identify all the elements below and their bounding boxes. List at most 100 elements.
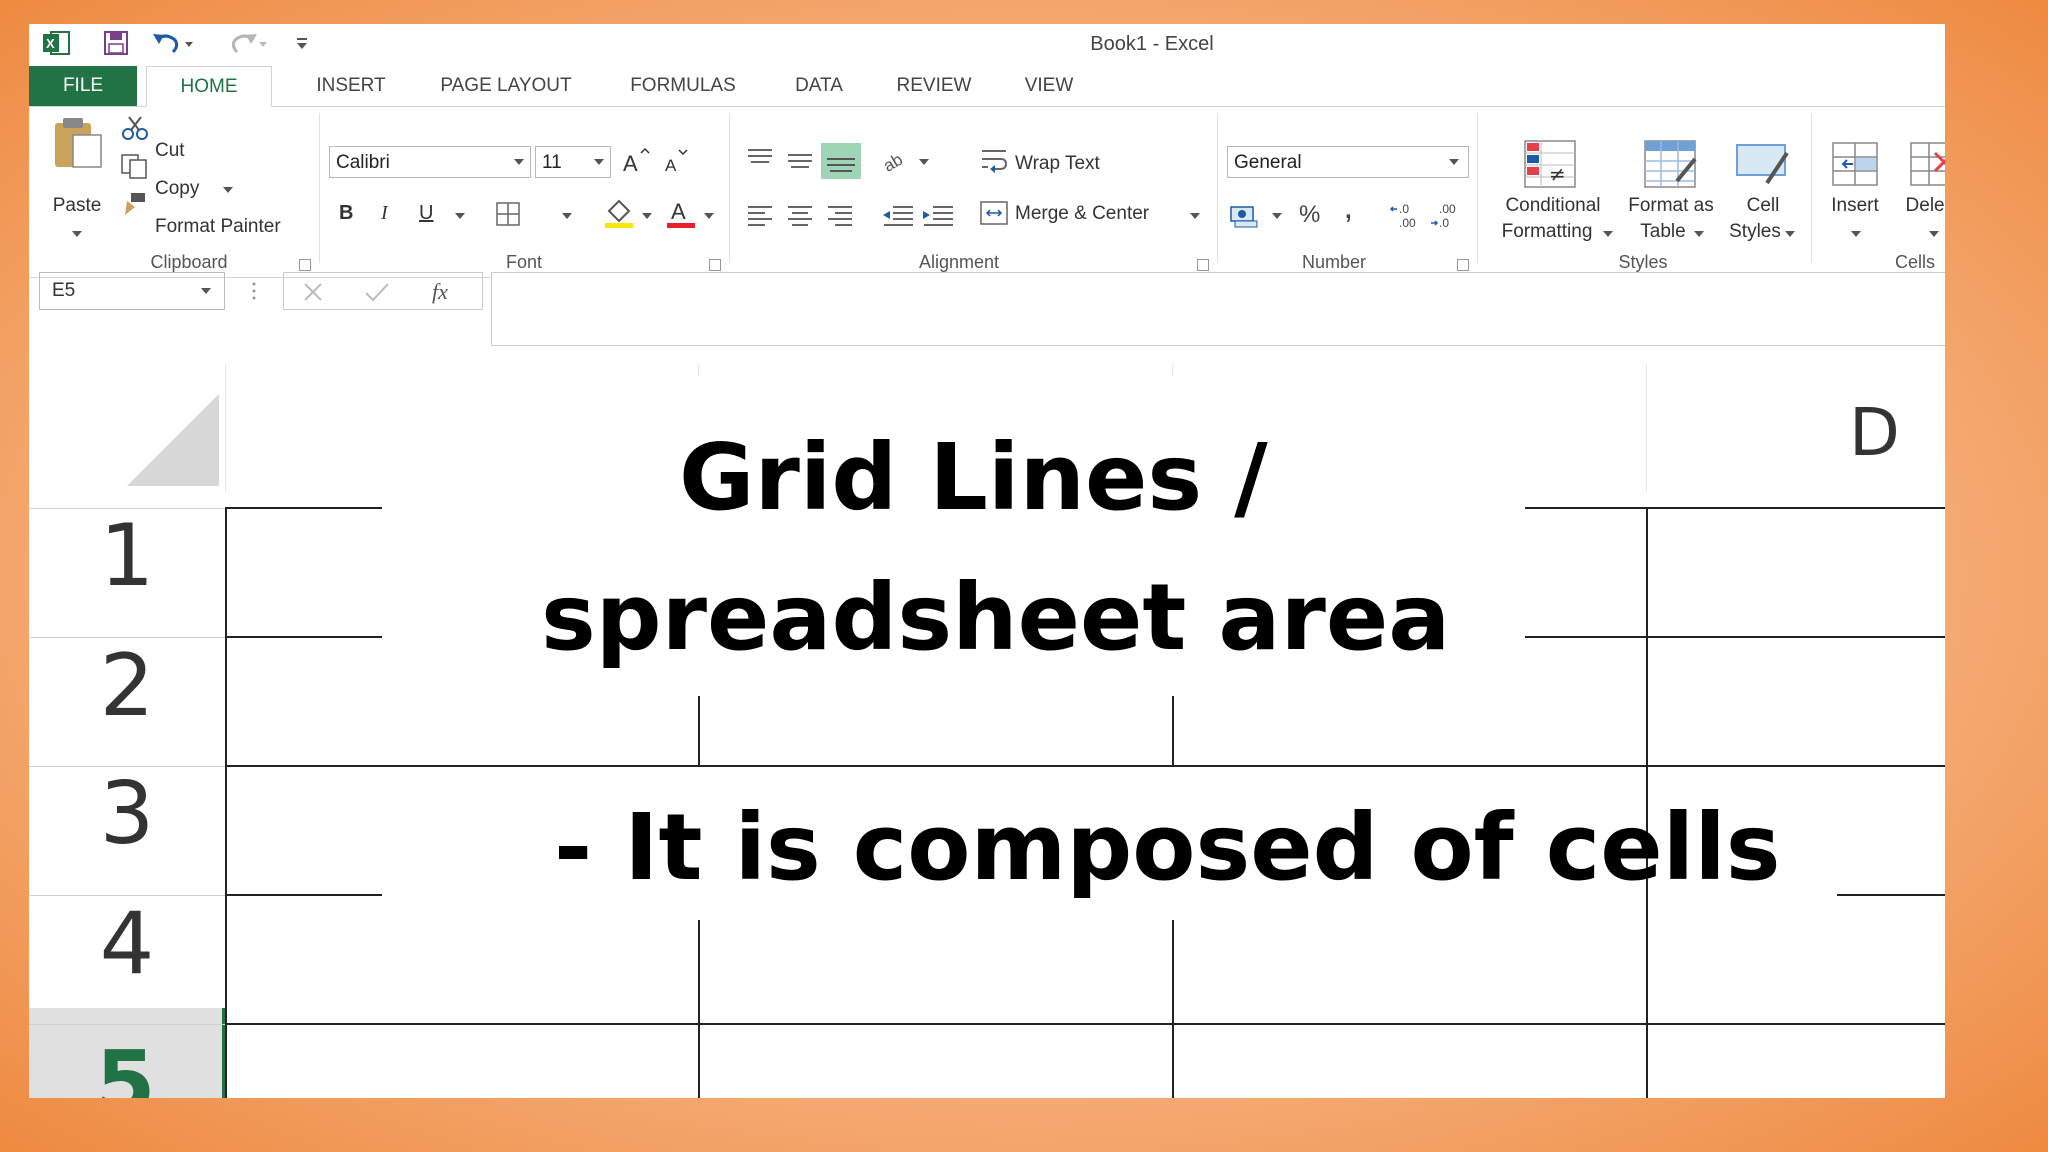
grid-line	[1172, 920, 1174, 1098]
row-header-1[interactable]: 1	[29, 492, 225, 620]
cell-styles-dropdown-icon[interactable]	[1785, 231, 1795, 237]
borders-icon[interactable]	[495, 201, 521, 232]
tab-view[interactable]: VIEW	[1009, 66, 1089, 106]
ribbon-tabs: FILE HOME INSERT PAGE LAYOUT FORMULAS DA…	[29, 66, 1945, 108]
format-as-table-icon	[1643, 139, 1699, 194]
wrap-text-icon	[979, 147, 1009, 178]
tab-page-layout[interactable]: PAGE LAYOUT	[421, 66, 591, 106]
row-header-2[interactable]: 2	[29, 622, 225, 750]
align-left-icon[interactable]	[745, 203, 775, 234]
decrease-font-icon[interactable]: A	[661, 147, 691, 182]
tab-home[interactable]: HOME	[146, 66, 272, 108]
middle-align-icon[interactable]	[785, 147, 815, 178]
group-styles-label: Styles	[1618, 252, 1668, 272]
grid-line	[225, 894, 382, 896]
wrap-text-button[interactable]: Wrap Text	[1015, 153, 1100, 175]
row-header-4[interactable]: 4	[29, 880, 225, 1008]
tab-file[interactable]: FILE	[29, 66, 137, 106]
paste-dropdown-icon[interactable]	[72, 231, 82, 237]
cell-styles-icon	[1735, 139, 1791, 194]
svg-text:.00: .00	[1399, 216, 1416, 229]
tab-data[interactable]: DATA	[779, 66, 859, 106]
fill-color-icon[interactable]	[603, 197, 635, 234]
row-header-5[interactable]: 5	[29, 1008, 225, 1098]
percent-button[interactable]: %	[1299, 201, 1320, 229]
row-header-3[interactable]: 3	[29, 750, 225, 878]
merge-center-button[interactable]: Merge & Center	[1015, 203, 1149, 225]
select-all-corner[interactable]	[29, 364, 225, 492]
caption-line-2: spreadsheet area	[541, 564, 1451, 671]
paste-icon[interactable]	[49, 115, 105, 174]
excel-window: X Book1 - Excel FILE HOME INSERT PAGE LA…	[29, 24, 1945, 1098]
svg-text:A: A	[665, 156, 677, 175]
ribbon-home: Paste Cut Copy Format Painter Clipboard …	[29, 107, 1945, 278]
font-color-dropdown-icon[interactable]	[704, 213, 714, 219]
italic-button[interactable]: I	[381, 202, 388, 225]
increase-font-icon[interactable]: A	[621, 147, 651, 182]
name-box-dropdown-icon[interactable]	[201, 288, 211, 294]
paste-button[interactable]: Paste	[49, 195, 105, 217]
alignment-launcher-icon[interactable]	[1197, 259, 1209, 271]
formula-input[interactable]	[491, 272, 1945, 346]
clipboard-launcher-icon[interactable]	[299, 259, 311, 271]
font-size-dropdown-icon	[594, 159, 604, 165]
bold-button[interactable]: B	[339, 202, 353, 225]
accounting-icon[interactable]	[1229, 201, 1263, 234]
font-color-icon[interactable]: A	[665, 197, 697, 234]
format-painter-icon	[119, 191, 149, 222]
decrease-indent-icon[interactable]	[881, 203, 915, 234]
number-format-select[interactable]: General	[1227, 146, 1469, 178]
delete-button[interactable]: Delete	[1893, 195, 1945, 217]
delete-icon	[1907, 139, 1945, 194]
svg-text:A: A	[671, 199, 686, 224]
confirm-entry-icon[interactable]	[364, 281, 390, 308]
increase-decimal-icon[interactable]: .0.00	[1389, 201, 1423, 234]
grid-line	[1837, 894, 1945, 896]
font-name-select[interactable]: Calibri	[329, 146, 531, 178]
cut-button[interactable]: Cut	[155, 140, 185, 162]
tab-insert[interactable]: INSERT	[301, 66, 401, 106]
delete-dropdown-icon[interactable]	[1929, 231, 1939, 237]
accounting-dropdown-icon[interactable]	[1272, 213, 1282, 219]
format-painter-button[interactable]: Format Painter	[155, 216, 281, 238]
fill-color-dropdown-icon[interactable]	[642, 213, 652, 219]
underline-dropdown-icon[interactable]	[455, 213, 465, 219]
grid-line	[698, 920, 700, 1098]
spreadsheet-grid: D 1 2 3 4 5 Grid Lines / spreadsheet are…	[29, 364, 1945, 1098]
borders-dropdown-icon[interactable]	[562, 213, 572, 219]
underline-button[interactable]: U	[419, 202, 433, 225]
cancel-entry-icon[interactable]	[302, 281, 324, 308]
grid-line	[698, 696, 700, 766]
top-align-icon[interactable]	[745, 147, 775, 178]
orientation-icon[interactable]: ab	[880, 145, 931, 180]
tab-formulas[interactable]: FORMULAS	[611, 66, 755, 106]
conditional-formatting-line1[interactable]: Conditional	[1493, 195, 1613, 217]
cell-styles-line1[interactable]: Cell	[1703, 195, 1823, 217]
name-box[interactable]: E5	[39, 272, 225, 310]
conditional-formatting-line2[interactable]: Formatting	[1487, 221, 1607, 243]
insert-dropdown-icon[interactable]	[1851, 231, 1861, 237]
column-header-d[interactable]: D	[1849, 394, 1900, 471]
grid-line	[225, 1023, 1945, 1025]
title-bar: X Book1 - Excel	[29, 24, 1945, 62]
decrease-decimal-icon[interactable]: .00.0	[1429, 201, 1463, 234]
copy-dropdown-icon[interactable]	[223, 187, 233, 193]
tab-review[interactable]: REVIEW	[881, 66, 987, 106]
merge-center-dropdown-icon[interactable]	[1190, 213, 1200, 219]
cell-styles-line2[interactable]: Styles	[1695, 221, 1815, 243]
align-center-icon[interactable]	[785, 203, 815, 234]
comma-button[interactable]: ,	[1345, 197, 1352, 225]
group-number-label: Number	[1301, 252, 1367, 272]
svg-text:A: A	[623, 151, 638, 176]
insert-function-icon[interactable]: fx	[432, 279, 448, 305]
bottom-align-icon[interactable]	[821, 143, 861, 184]
svg-text:.0: .0	[1439, 216, 1449, 229]
align-right-icon[interactable]	[825, 203, 855, 234]
increase-indent-icon[interactable]	[921, 203, 955, 234]
formula-bar-handle-icon[interactable]	[249, 278, 259, 309]
insert-button[interactable]: Insert	[1815, 195, 1895, 217]
window-title: Book1 - Excel	[1090, 33, 1214, 55]
number-launcher-icon[interactable]	[1457, 259, 1469, 271]
font-launcher-icon[interactable]	[709, 259, 721, 271]
copy-button[interactable]: Copy	[155, 178, 199, 200]
